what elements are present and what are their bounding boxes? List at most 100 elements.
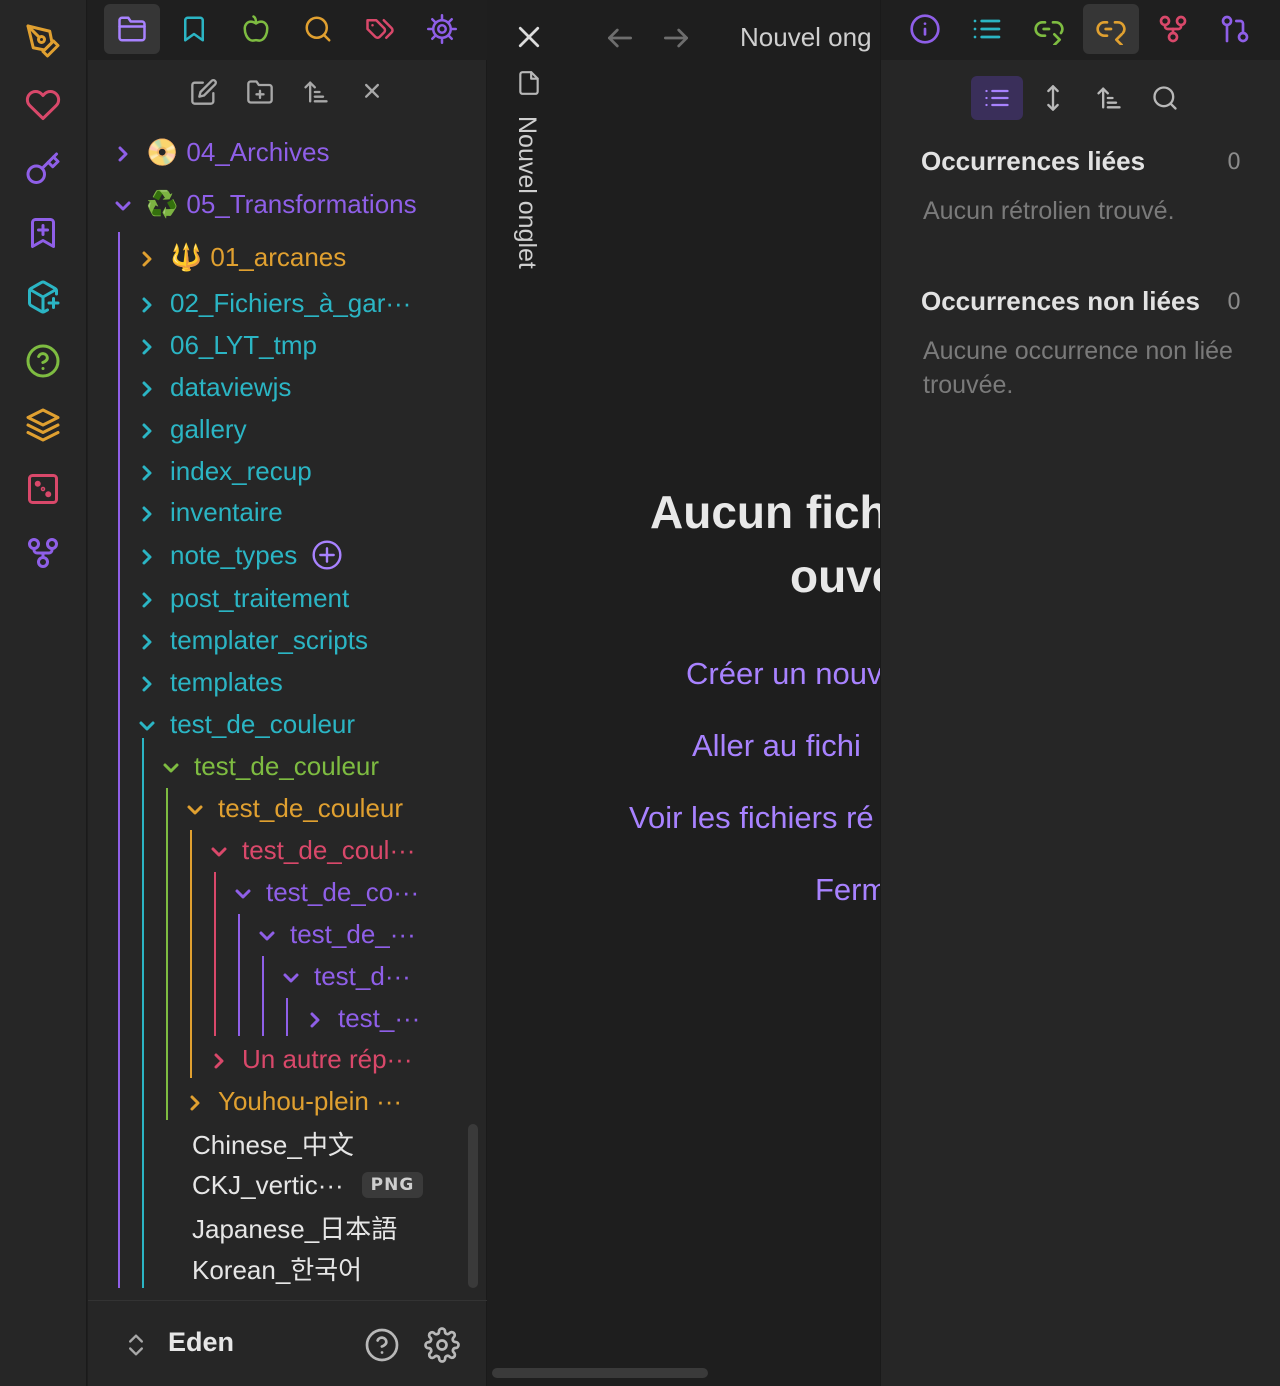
add-circle-icon[interactable] bbox=[311, 539, 343, 571]
tree-folder[interactable]: index_recup bbox=[136, 451, 312, 491]
chevron-right-icon[interactable] bbox=[136, 376, 158, 398]
horizontal-scrollbar[interactable] bbox=[492, 1368, 708, 1378]
tree-folder[interactable]: test_d··· bbox=[280, 956, 411, 996]
tree-folder[interactable]: 🔱 01_arcanes bbox=[136, 237, 346, 277]
heart-icon[interactable] bbox=[22, 84, 64, 126]
expand-vertical-icon[interactable] bbox=[1027, 76, 1079, 120]
chevron-right-icon[interactable] bbox=[136, 334, 158, 356]
tree-folder[interactable]: post_traitement bbox=[136, 578, 349, 618]
dice-icon[interactable] bbox=[22, 468, 64, 510]
tree-folder[interactable]: test_de_couleur bbox=[136, 704, 355, 744]
file-tree-scrollbar[interactable] bbox=[468, 1124, 478, 1288]
key-icon[interactable] bbox=[22, 148, 64, 190]
indent-guide bbox=[286, 998, 288, 1036]
chevron-right-icon[interactable] bbox=[136, 246, 158, 268]
close-icon[interactable] bbox=[514, 22, 544, 52]
vertical-tab-label[interactable]: Nouvel onglet bbox=[512, 116, 541, 269]
tree-folder[interactable]: Un autre rép··· bbox=[208, 1039, 413, 1079]
chevron-right-icon[interactable] bbox=[136, 671, 158, 693]
tree-folder[interactable]: test_de_co··· bbox=[232, 872, 419, 912]
tree-folder[interactable]: gallery bbox=[136, 409, 247, 449]
tree-folder[interactable]: dataviewjs bbox=[136, 367, 291, 407]
chevron-right-icon[interactable] bbox=[112, 141, 134, 163]
pen-nib-icon[interactable] bbox=[22, 20, 64, 62]
help-icon[interactable] bbox=[364, 1327, 400, 1363]
chevron-down-icon[interactable] bbox=[232, 881, 254, 903]
layers-icon[interactable] bbox=[22, 404, 64, 446]
chevron-right-icon[interactable] bbox=[136, 418, 158, 440]
package-plus-icon[interactable] bbox=[22, 276, 64, 318]
tree-folder[interactable]: test_de_couleur bbox=[184, 788, 403, 828]
new-folder-icon[interactable] bbox=[242, 74, 278, 110]
tree-file[interactable]: Chinese_中文 bbox=[192, 1123, 354, 1163]
go-to-file-link[interactable]: Aller au fichi bbox=[692, 728, 861, 764]
chevron-down-icon[interactable] bbox=[112, 193, 134, 215]
vault-switcher-icon[interactable] bbox=[122, 1329, 150, 1361]
chevron-right-icon[interactable] bbox=[184, 1090, 206, 1112]
git-pull-icon[interactable] bbox=[1207, 4, 1263, 54]
settings-icon[interactable] bbox=[414, 4, 470, 54]
tree-folder[interactable]: test_de_coul··· bbox=[208, 830, 415, 870]
chevron-right-icon[interactable] bbox=[136, 292, 158, 314]
link-out-icon[interactable] bbox=[1021, 4, 1077, 54]
list-view-icon[interactable] bbox=[971, 76, 1023, 120]
vault-name[interactable]: Eden bbox=[168, 1327, 234, 1358]
sort-icon[interactable] bbox=[298, 74, 334, 110]
chevron-down-icon[interactable] bbox=[136, 713, 158, 735]
list-icon[interactable] bbox=[959, 4, 1015, 54]
bookmark-plus-icon[interactable] bbox=[22, 212, 64, 254]
tree-file[interactable]: Korean_한국어 bbox=[192, 1248, 362, 1288]
tree-folder[interactable]: templater_scripts bbox=[136, 620, 368, 660]
tree-folder[interactable]: 02_Fichiers_à_gar··· bbox=[136, 283, 411, 323]
chevron-right-icon[interactable] bbox=[136, 629, 158, 651]
tree-folder[interactable]: test_de_··· bbox=[256, 914, 416, 954]
chevron-right-icon[interactable] bbox=[136, 501, 158, 523]
link-in-icon[interactable] bbox=[1083, 4, 1139, 54]
tree-folder[interactable]: 06_LYT_tmp bbox=[136, 325, 317, 365]
tree-folder[interactable]: test_··· bbox=[304, 998, 420, 1038]
help-circle-icon[interactable] bbox=[22, 340, 64, 382]
chevron-down-icon[interactable] bbox=[208, 839, 230, 861]
unlinked-mentions-title[interactable]: Occurrences non liées bbox=[921, 286, 1200, 317]
gear-icon[interactable] bbox=[424, 1327, 460, 1363]
tree-folder[interactable]: Youhou-plein ··· bbox=[184, 1081, 402, 1121]
graph-icon[interactable] bbox=[1145, 4, 1201, 54]
git-fork-icon[interactable] bbox=[22, 532, 64, 574]
tree-item-label: Youhou-plein ··· bbox=[218, 1085, 403, 1116]
tree-item-label: 06_LYT_tmp bbox=[170, 329, 317, 360]
folder-icon[interactable] bbox=[104, 4, 160, 54]
chevron-down-icon[interactable] bbox=[160, 755, 182, 777]
chevron-down-icon[interactable] bbox=[256, 923, 278, 945]
bookmark-icon[interactable] bbox=[166, 4, 222, 54]
tree-folder[interactable]: note_types bbox=[136, 535, 343, 575]
tree-folder[interactable]: inventaire bbox=[136, 492, 283, 532]
sort-icon[interactable] bbox=[1083, 76, 1135, 120]
tree-folder[interactable]: templates bbox=[136, 662, 283, 702]
linked-mentions-title[interactable]: Occurrences liées bbox=[921, 146, 1145, 177]
tree-folder[interactable]: 📀 04_Archives bbox=[112, 132, 329, 172]
new-note-icon[interactable] bbox=[186, 74, 222, 110]
create-note-link[interactable]: Créer un nouv bbox=[686, 656, 880, 692]
collapse-icon[interactable] bbox=[354, 74, 390, 110]
search-icon[interactable] bbox=[1139, 76, 1191, 120]
info-icon[interactable] bbox=[897, 4, 953, 54]
apple-icon[interactable] bbox=[228, 4, 284, 54]
chevron-right-icon[interactable] bbox=[136, 544, 158, 566]
tree-folder[interactable]: test_de_couleur bbox=[160, 746, 379, 786]
tree-file[interactable]: CKJ_vertic··· PNG bbox=[192, 1165, 424, 1205]
search-icon[interactable] bbox=[290, 4, 346, 54]
chevron-right-icon[interactable] bbox=[304, 1007, 326, 1029]
tree-folder[interactable]: ♻️ 05_Transformations bbox=[112, 184, 417, 224]
tags-icon[interactable] bbox=[352, 4, 408, 54]
close-link[interactable]: Ferm bbox=[815, 872, 880, 908]
back-arrow-icon[interactable] bbox=[604, 22, 636, 54]
chevron-right-icon[interactable] bbox=[208, 1048, 230, 1070]
chevron-down-icon[interactable] bbox=[184, 797, 206, 819]
chevron-down-icon[interactable] bbox=[280, 965, 302, 987]
recent-files-link[interactable]: Voir les fichiers ré bbox=[629, 800, 874, 836]
tree-file[interactable]: Japanese_日本語 bbox=[192, 1207, 397, 1247]
chevron-right-icon[interactable] bbox=[136, 587, 158, 609]
forward-arrow-icon[interactable] bbox=[660, 22, 692, 54]
indent-guide bbox=[118, 232, 120, 1288]
chevron-right-icon[interactable] bbox=[136, 460, 158, 482]
